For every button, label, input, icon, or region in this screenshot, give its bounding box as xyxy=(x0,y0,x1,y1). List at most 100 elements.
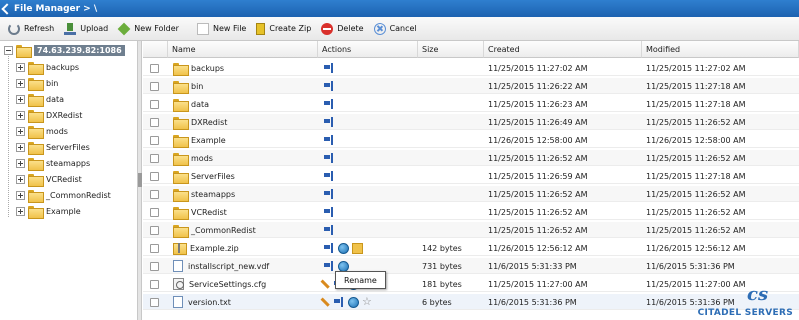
name-cell[interactable]: ServerFiles xyxy=(173,168,318,184)
name-cell[interactable]: Example.zip xyxy=(173,240,318,256)
expand-toggle-icon[interactable] xyxy=(16,78,25,88)
edit-pencil-icon[interactable] xyxy=(320,276,333,292)
tree-item[interactable]: mods xyxy=(16,123,68,139)
table-row[interactable]: VCRedist 11/25/2015 11:26:52 AM 11/25/2015… xyxy=(143,204,799,220)
rename-icon[interactable] xyxy=(324,152,335,164)
file-name[interactable]: VCRedist xyxy=(191,208,227,217)
delete-button[interactable]: Delete xyxy=(317,19,367,39)
rename-icon[interactable] xyxy=(324,134,335,146)
tree-item[interactable]: backups xyxy=(16,59,79,75)
row-checkbox[interactable] xyxy=(150,261,159,271)
edit-pencil-icon[interactable] xyxy=(320,294,333,310)
download-globe-icon[interactable] xyxy=(338,242,349,254)
tree-root[interactable]: 74.63.239.82:1086 xyxy=(4,42,125,58)
file-name[interactable]: data xyxy=(191,100,209,109)
row-checkbox[interactable] xyxy=(150,99,159,109)
column-header-size[interactable]: Size xyxy=(418,41,484,58)
refresh-button[interactable]: Refresh xyxy=(4,19,58,39)
name-cell[interactable]: backups xyxy=(173,60,318,76)
expand-toggle-icon[interactable] xyxy=(16,62,25,72)
name-cell[interactable]: bin xyxy=(173,78,318,94)
new-file-button[interactable]: New File xyxy=(193,19,250,39)
file-name[interactable]: ServerFiles xyxy=(191,172,235,181)
name-cell[interactable]: DXRedist xyxy=(173,114,318,130)
name-cell[interactable]: version.txt xyxy=(173,294,318,310)
table-row[interactable]: ServiceSettings.cfg 181 bytes 11/25/2015 1… xyxy=(143,276,799,292)
row-checkbox[interactable] xyxy=(150,279,159,289)
rename-icon[interactable] xyxy=(324,80,335,92)
name-cell[interactable]: ServiceSettings.cfg xyxy=(173,276,318,292)
table-row[interactable]: Example.zip 142 bytes 11/26/2015 12:56:12 … xyxy=(143,240,799,256)
expand-toggle-icon[interactable] xyxy=(16,142,25,152)
rename-icon[interactable] xyxy=(324,260,335,272)
expand-toggle-icon[interactable] xyxy=(16,206,25,216)
rename-icon[interactable] xyxy=(324,188,335,200)
download-globe-icon[interactable] xyxy=(348,296,359,308)
rename-icon[interactable] xyxy=(324,98,335,110)
file-name[interactable]: installscript_new.vdf xyxy=(188,262,269,271)
name-cell[interactable]: data xyxy=(173,96,318,112)
row-checkbox[interactable] xyxy=(150,117,159,127)
file-name[interactable]: version.txt xyxy=(188,298,231,307)
table-row[interactable]: _CommonRedist 11/25/2015 11:26:52 AM 11/25… xyxy=(143,222,799,238)
row-checkbox[interactable] xyxy=(150,243,159,253)
table-row[interactable]: steamapps 11/25/2015 11:26:52 AM 11/25/201… xyxy=(143,186,799,202)
row-checkbox[interactable] xyxy=(150,297,159,307)
star-icon[interactable] xyxy=(362,295,373,308)
expand-toggle-icon[interactable] xyxy=(16,126,25,136)
row-checkbox[interactable] xyxy=(150,189,159,199)
table-row[interactable]: backups 11/25/2015 11:27:02 AM 11/25/2015 … xyxy=(143,60,799,76)
row-checkbox[interactable] xyxy=(150,207,159,217)
rename-icon[interactable] xyxy=(324,242,335,254)
row-checkbox[interactable] xyxy=(150,153,159,163)
file-name[interactable]: ServiceSettings.cfg xyxy=(189,280,266,289)
table-row[interactable]: mods 11/25/2015 11:26:52 AM 11/25/2015 11:… xyxy=(143,150,799,166)
name-cell[interactable]: steamapps xyxy=(173,186,318,202)
file-name[interactable]: backups xyxy=(191,64,224,73)
file-name[interactable]: bin xyxy=(191,82,203,91)
unzip-icon[interactable] xyxy=(352,242,363,254)
tree-item[interactable]: data xyxy=(16,91,64,107)
rename-icon[interactable] xyxy=(324,62,335,74)
name-cell[interactable]: Example xyxy=(173,132,318,148)
row-checkbox[interactable] xyxy=(150,81,159,91)
table-row[interactable]: DXRedist 11/25/2015 11:26:49 AM 11/25/2015… xyxy=(143,114,799,130)
table-row[interactable]: bin 11/25/2015 11:26:22 AM 11/25/2015 11:2… xyxy=(143,78,799,94)
splitter-grip[interactable] xyxy=(138,173,142,187)
name-cell[interactable]: mods xyxy=(173,150,318,166)
table-row[interactable]: ServerFiles 11/25/2015 11:26:59 AM 11/25/2… xyxy=(143,168,799,184)
tree-item[interactable]: bin xyxy=(16,75,58,91)
tree-item[interactable]: _CommonRedist xyxy=(16,187,111,203)
expand-toggle-icon[interactable] xyxy=(16,94,25,104)
column-header-created[interactable]: Created xyxy=(484,41,642,58)
upload-button[interactable]: Upload xyxy=(60,19,112,39)
column-header-name[interactable]: Name xyxy=(168,41,318,58)
rename-icon[interactable] xyxy=(334,296,345,308)
collapse-toggle-icon[interactable] xyxy=(4,45,13,55)
column-header-modified[interactable]: Modified xyxy=(642,41,799,58)
expand-toggle-icon[interactable] xyxy=(16,158,25,168)
file-name[interactable]: DXRedist xyxy=(191,118,227,127)
tree-item[interactable]: steamapps xyxy=(16,155,90,171)
new-folder-button[interactable]: New Folder xyxy=(114,19,183,39)
rename-icon[interactable] xyxy=(324,224,335,236)
name-cell[interactable]: installscript_new.vdf xyxy=(173,258,318,274)
table-row[interactable]: installscript_new.vdf 731 bytes 11/6/2015 … xyxy=(143,258,799,274)
expand-toggle-icon[interactable] xyxy=(16,174,25,184)
expand-toggle-icon[interactable] xyxy=(16,190,25,200)
row-checkbox[interactable] xyxy=(150,225,159,235)
row-checkbox[interactable] xyxy=(150,171,159,181)
name-cell[interactable]: VCRedist xyxy=(173,204,318,220)
row-checkbox[interactable] xyxy=(150,63,159,73)
file-name[interactable]: mods xyxy=(191,154,213,163)
cancel-button[interactable]: Cancel xyxy=(370,19,421,39)
create-zip-button[interactable]: Create Zip xyxy=(252,19,315,39)
tree-item[interactable]: ServerFiles xyxy=(16,139,90,155)
rename-icon[interactable] xyxy=(324,206,335,218)
name-cell[interactable]: _CommonRedist xyxy=(173,222,318,238)
tree-item[interactable]: DXRedist xyxy=(16,107,82,123)
rename-icon[interactable] xyxy=(324,170,335,182)
file-name[interactable]: steamapps xyxy=(191,190,235,199)
tree-item[interactable]: Example xyxy=(16,203,81,219)
table-row[interactable]: data 11/25/2015 11:26:23 AM 11/25/2015 11:… xyxy=(143,96,799,112)
